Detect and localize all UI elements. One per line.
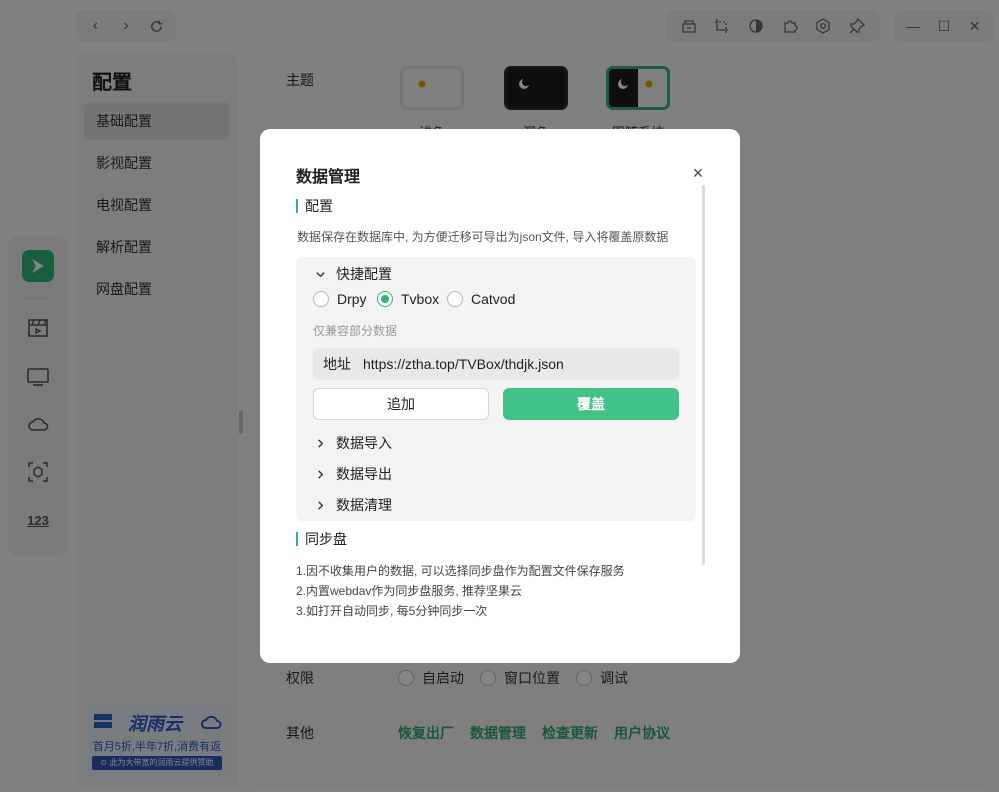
data-clear-toggle[interactable]: 数据清理 <box>314 495 392 515</box>
append-button[interactable]: 追加 <box>313 388 489 420</box>
chevron-down-icon <box>314 268 326 280</box>
data-export-toggle[interactable]: 数据导出 <box>314 464 392 484</box>
config-section-title: 配置 <box>296 199 333 213</box>
option-drpy[interactable]: Drpy <box>313 291 367 307</box>
catvod-label: Catvod <box>471 291 516 307</box>
data-import-label: 数据导入 <box>336 435 392 451</box>
address-label: 地址 <box>323 356 351 372</box>
data-clear-label: 数据清理 <box>336 497 392 513</box>
address-value: https://ztha.top/TVBox/thdjk.json <box>363 356 564 372</box>
sync-note-3: 3.如打开自动同步, 每5分钟同步一次 <box>296 604 488 618</box>
tvbox-label: Tvbox <box>401 291 440 307</box>
sync-note-2: 2.内置webdav作为同步盘服务, 推荐坚果云 <box>296 584 523 598</box>
tvbox-radio[interactable] <box>377 291 393 307</box>
sync-note-1: 1.因不收集用户的数据, 可以选择同步盘作为配置文件保存服务 <box>296 564 625 578</box>
data-export-label: 数据导出 <box>336 466 392 482</box>
dialog-close-button[interactable]: × <box>688 163 708 183</box>
drpy-label: Drpy <box>337 291 367 307</box>
cover-button[interactable]: 覆盖 <box>503 388 679 420</box>
drpy-radio[interactable] <box>313 291 329 307</box>
quick-config-label: 快捷配置 <box>336 266 392 282</box>
option-catvod[interactable]: Catvod <box>447 291 515 307</box>
data-management-dialog: 数据管理 × 配置 数据保存在数据库中, 为方便迁移可导出为json文件, 导入… <box>260 129 740 663</box>
dialog-scrollbar[interactable] <box>702 185 705 565</box>
sync-section-title: 同步盘 <box>296 532 347 546</box>
dialog-title: 数据管理 <box>296 169 361 186</box>
config-description: 数据保存在数据库中, 为方便迁移可导出为json文件, 导入将覆盖原数据 <box>297 230 669 244</box>
chevron-right-icon <box>314 499 326 511</box>
chevron-right-icon <box>314 468 326 480</box>
close-icon: × <box>692 162 704 183</box>
option-tvbox[interactable]: Tvbox <box>377 291 439 307</box>
chevron-right-icon <box>314 437 326 449</box>
quick-config-toggle[interactable]: 快捷配置 <box>314 264 392 284</box>
address-field[interactable]: 地址 https://ztha.top/TVBox/thdjk.json <box>313 348 679 380</box>
catvod-radio[interactable] <box>447 291 463 307</box>
data-import-toggle[interactable]: 数据导入 <box>314 433 392 453</box>
compat-hint: 仅兼容部分数据 <box>313 324 398 338</box>
config-panel: 快捷配置 Drpy Tvbox Catvod 仅兼容部分数据 地址 https:… <box>296 257 696 521</box>
